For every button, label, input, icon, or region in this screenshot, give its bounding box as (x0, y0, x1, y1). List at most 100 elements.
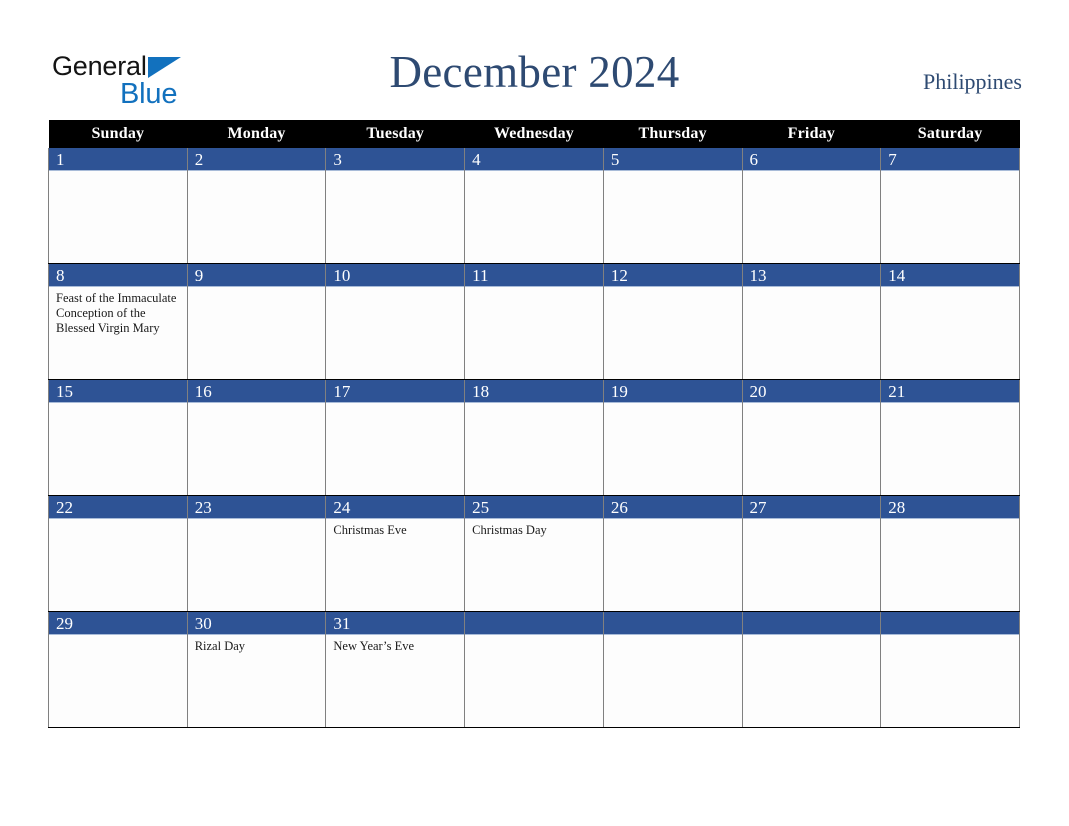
day-events (49, 403, 187, 407)
day-events (49, 171, 187, 175)
day-events (465, 635, 603, 639)
calendar-day-cell[interactable]: 12 (602, 263, 743, 380)
day-events (326, 171, 464, 175)
holiday-label: Christmas Day (472, 523, 547, 537)
day-number: 19 (603, 380, 742, 403)
calendar-day-cell[interactable]: 24 Christmas Eve (325, 495, 466, 612)
day-number: 1 (49, 148, 187, 171)
day-number (742, 612, 881, 635)
day-events (326, 403, 464, 407)
holiday-label: Feast of the Immaculate Conception of th… (56, 291, 177, 335)
calendar-day-cell[interactable]: 19 (602, 379, 743, 496)
calendar-day-cell[interactable]: 2 (186, 148, 327, 264)
calendar-week-row: 1234567 (48, 148, 1020, 264)
calendar-empty-cell[interactable] (741, 611, 882, 728)
calendar-empty-cell[interactable] (464, 611, 604, 728)
day-number: 2 (187, 148, 326, 171)
day-events (188, 171, 326, 175)
calendar-grid: Sunday Monday Tuesday Wednesday Thursday Frid… (48, 120, 1020, 728)
day-number: 10 (326, 264, 465, 287)
day-number: 9 (187, 264, 326, 287)
calendar-day-cell[interactable]: 5 (602, 148, 743, 264)
holiday-label: New Year’s Eve (333, 639, 415, 653)
day-number: 23 (187, 496, 326, 519)
day-number: 21 (881, 380, 1019, 403)
day-number: 12 (603, 264, 742, 287)
calendar-day-cell[interactable]: 9 (186, 263, 327, 380)
calendar-day-cell[interactable]: 21 (880, 379, 1020, 496)
calendar-day-cell[interactable]: 23 (186, 495, 327, 612)
day-events: Christmas Day (465, 519, 603, 538)
calendar-day-cell[interactable]: 10 (325, 263, 466, 380)
day-events (881, 635, 1019, 639)
calendar-empty-cell[interactable] (602, 611, 743, 728)
weekday-header-row: Sunday Monday Tuesday Wednesday Thursday Frid… (48, 120, 1020, 148)
calendar-day-cell[interactable]: 20 (741, 379, 882, 496)
calendar-header-row-group: Sunday Monday Tuesday Wednesday Thursday Frid… (48, 120, 1020, 148)
day-number: 5 (603, 148, 742, 171)
calendar-week-row: 15 16 17 18 19 20 21 (48, 379, 1020, 496)
day-number (465, 612, 603, 635)
day-events (604, 519, 742, 523)
day-events (743, 519, 881, 523)
day-events (49, 519, 187, 523)
weekday-header-wednesday: Wednesday (464, 120, 604, 148)
day-number: 22 (49, 496, 187, 519)
day-number: 4 (465, 148, 603, 171)
page-header: General Blue December 2024 Philippines (0, 0, 1069, 118)
day-number: 24 (326, 496, 465, 519)
calendar-body: 1 2 3 4 5 6 7 8 Feast of the Immaculate Concepti… (48, 148, 1020, 728)
calendar-day-cell[interactable]: 15 (48, 379, 188, 496)
day-number: 20 (742, 380, 881, 403)
day-number: 7 (881, 148, 1019, 171)
weekday-header-friday: Friday (742, 120, 881, 148)
calendar-day-cell[interactable]: 1 (48, 148, 188, 264)
day-events (743, 171, 881, 175)
calendar-day-cell[interactable]: 11 (464, 263, 604, 380)
calendar-day-cell[interactable]: 26 (602, 495, 743, 612)
calendar-day-cell[interactable]: 22 (48, 495, 188, 612)
day-number: 27 (742, 496, 881, 519)
day-events (188, 403, 326, 407)
day-number: 13 (742, 264, 881, 287)
day-number: 17 (326, 380, 465, 403)
calendar-day-cell[interactable]: 6 (741, 148, 882, 264)
day-number (881, 612, 1019, 635)
day-number: 8 (49, 264, 187, 287)
calendar-day-cell[interactable]: 28 (880, 495, 1020, 612)
holiday-label: Rizal Day (194, 639, 246, 653)
day-number: 11 (465, 264, 603, 287)
calendar-day-cell[interactable]: 7 (880, 148, 1020, 264)
day-number: 3 (326, 148, 465, 171)
calendar-day-cell[interactable]: 4 (464, 148, 604, 264)
calendar-week-row: 29 30 Rizal Day 31 New Year’s Eve (48, 611, 1020, 728)
day-number (603, 612, 742, 635)
weekday-header-thursday: Thursday (603, 120, 743, 148)
calendar-day-cell[interactable]: 14 (880, 263, 1020, 380)
day-events (465, 287, 603, 291)
calendar-day-cell[interactable]: 25 Christmas Day (464, 495, 604, 612)
calendar-day-cell[interactable]: 16 (186, 379, 327, 496)
calendar-day-cell[interactable]: 31 New Year’s Eve (325, 611, 466, 728)
calendar-day-cell[interactable]: 17 (325, 379, 466, 496)
day-number: 6 (742, 148, 881, 171)
calendar-day-cell[interactable]: 29 (48, 611, 188, 728)
day-events (881, 287, 1019, 291)
day-number: 31 (326, 612, 465, 635)
weekday-header-saturday: Saturday (880, 120, 1020, 148)
calendar-day-cell[interactable]: 8 Feast of the Immaculate Conception of t… (48, 263, 188, 380)
calendar-day-cell[interactable]: 3 (325, 148, 466, 264)
day-number: 28 (881, 496, 1019, 519)
calendar-day-cell[interactable]: 27 (741, 495, 882, 612)
weekday-header-monday: Monday (187, 120, 326, 148)
day-events (604, 635, 742, 639)
day-events: Christmas Eve (326, 519, 464, 538)
day-events: Feast of the Immaculate Conception of th… (49, 287, 187, 336)
calendar-day-cell[interactable]: 30 Rizal Day (186, 611, 327, 728)
day-events (881, 403, 1019, 407)
day-events (881, 519, 1019, 523)
day-number: 18 (465, 380, 603, 403)
calendar-day-cell[interactable]: 13 (741, 263, 882, 380)
calendar-day-cell[interactable]: 18 (464, 379, 604, 496)
calendar-empty-cell[interactable] (880, 611, 1020, 728)
